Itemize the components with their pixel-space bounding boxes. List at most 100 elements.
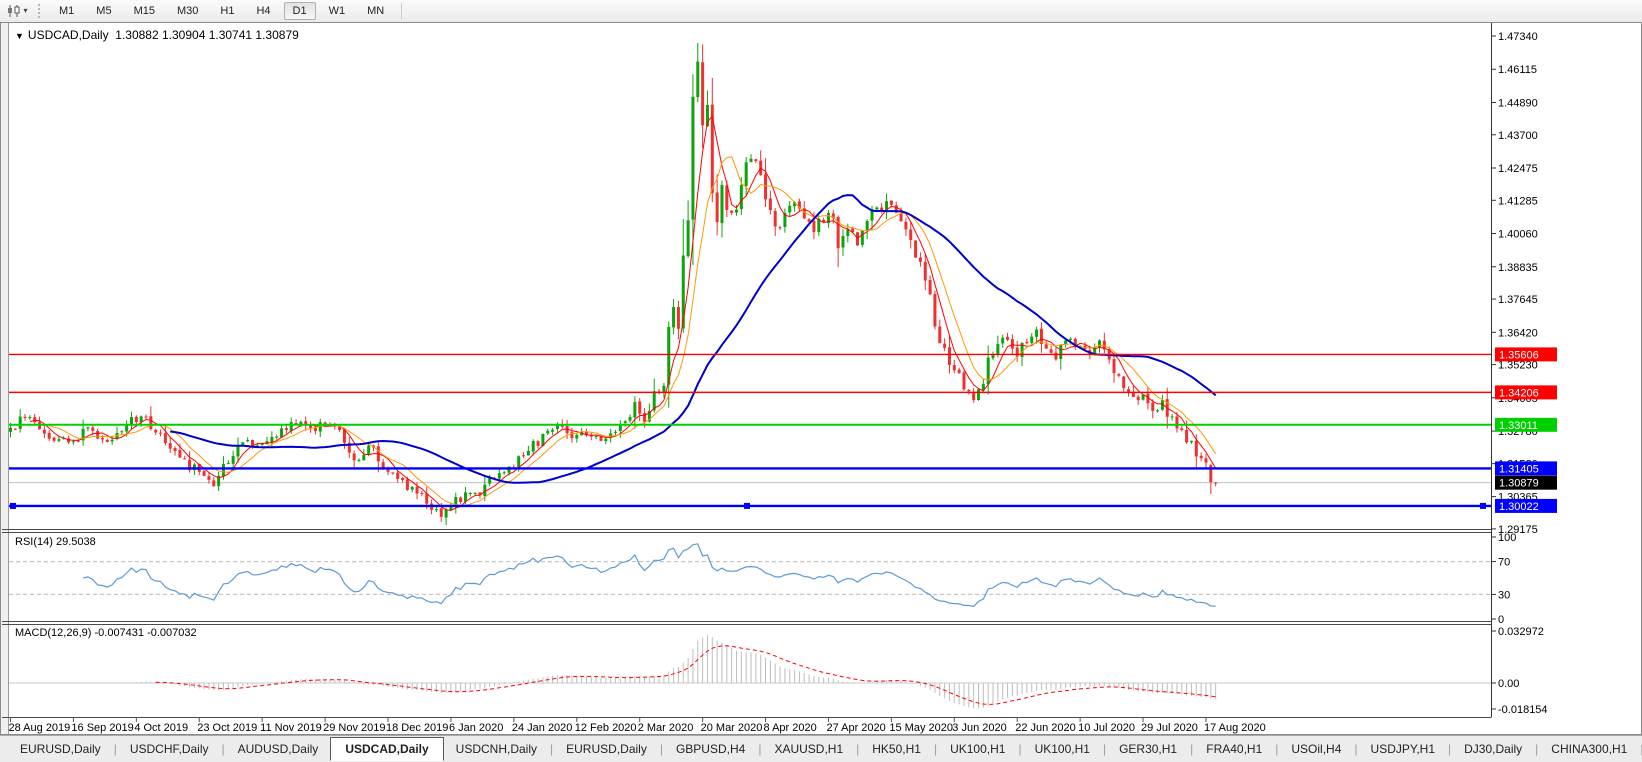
candle-body [691,96,695,220]
candle-body [405,479,409,490]
candle-body [773,211,777,227]
candle-body [594,435,598,438]
candle-body [226,463,230,465]
candle-body [938,326,942,344]
date-label: 3 Jun 2020 [952,722,1006,734]
timeframe-button-h1[interactable]: H1 [211,2,243,20]
candle-body [1156,410,1160,412]
candle-body [410,486,414,490]
timeframe-button-h4[interactable]: H4 [247,2,279,20]
chevron-down-icon: ▾ [23,6,28,15]
price-tick-label: 1.46115 [1498,64,1537,76]
tab-dj30-daily[interactable]: DJ30,Daily [1452,739,1534,759]
line-selection-handle[interactable] [744,502,750,509]
tab-usdcad-daily[interactable]: USDCAD,Daily [330,736,444,761]
tab-usdcnh-daily[interactable]: USDCNH,Daily [444,739,549,759]
tab-uk100-h1[interactable]: UK100,H1 [938,739,1017,759]
chart-canvas[interactable]: 1.47340 1.46115 1.44890 1.43700 1.42475 1.412… [1,23,1641,734]
timeframe-button-m15[interactable]: M15 [125,2,164,20]
chart-window: 1.47340 1.46115 1.44890 1.43700 1.42475 1.412… [0,22,1642,735]
tab-uk100-h1[interactable]: UK100,H1 [1023,739,1102,759]
date-label: 29 Jul 2020 [1141,722,1198,734]
candle-body [522,455,526,457]
price-line-label: 1.33011 [1499,420,1538,432]
tab-audusd-daily[interactable]: AUDUSD,Daily [226,739,331,759]
timeframe-button-m30[interactable]: M30 [168,2,207,20]
candle-body [1170,416,1174,418]
tab-usoil-h4[interactable]: USOil,H4 [1279,739,1353,759]
price-line-label: 1.35606 [1499,349,1539,361]
date-label: 16 Sep 2019 [71,722,133,734]
candle-body [207,476,211,480]
date-label: 4 Oct 2019 [134,722,188,734]
line-selection-handle[interactable] [10,502,16,509]
candle-body [952,365,956,371]
candle-body [96,431,100,439]
candle-body [947,347,951,365]
rsi-name: RSI(14) [15,536,53,548]
candle-body [1180,428,1184,430]
candle-body [1001,337,1005,344]
candle-body [289,422,293,431]
candle-body [1044,344,1048,349]
chart-tool-icon[interactable]: ▾ [2,2,32,20]
tab-eurusd-daily[interactable]: EURUSD,Daily [8,739,113,759]
tab-eurusd-daily[interactable]: EURUSD,Daily [554,739,659,759]
candle-body [415,486,419,494]
timeframe-button-mn[interactable]: MN [358,2,393,20]
date-label: 17 Aug 2020 [1204,722,1266,734]
chart-title: ▼ USDCAD,Daily 1.30882 1.30904 1.30741 1.… [15,28,299,42]
candle-body [526,450,530,456]
tab-usdchf-daily[interactable]: USDCHF,Daily [118,739,221,759]
candle-body [1127,389,1131,393]
candle-body [86,427,90,429]
toolbar-grip-handle[interactable] [38,4,40,18]
candle-body [865,221,869,231]
tab-usdjpy-h1[interactable]: USDJPY,H1 [1359,739,1447,759]
candle-body [551,429,555,432]
candle-body [633,402,637,418]
date-label: 15 May 2020 [889,722,953,734]
candle-body [396,472,400,479]
tab-xauusd-h1[interactable]: XAUUSD,H1 [762,739,855,759]
candle-body [18,416,22,429]
candle-body [1214,482,1218,484]
timeframe-button-d1[interactable]: D1 [283,2,316,20]
candle-body [425,493,429,504]
date-label: 10 Jul 2020 [1078,722,1135,734]
candle-body [923,261,927,281]
candle-body [1194,440,1198,457]
candle-body [875,207,879,210]
candle-body [1054,352,1058,360]
candle-body [1151,402,1155,412]
timeframe-button-m1[interactable]: M1 [50,2,83,20]
chart-tabs-bar: EURUSD,Daily | USDCHF,Daily | AUDUSD,Daily US… [0,735,1642,762]
tab-ger30-h1[interactable]: GER30,H1 [1107,739,1189,759]
candle-body [996,344,1000,355]
candle-body [212,480,216,487]
candle-body [362,454,366,461]
candle-body [33,417,37,423]
candle-body [420,492,424,494]
tab-china300-h1[interactable]: CHINA300,H1 [1539,739,1639,759]
date-label: 23 Oct 2019 [197,722,257,734]
timeframe-button-w1[interactable]: W1 [320,2,355,20]
timeframe-button-m5[interactable]: M5 [87,2,120,20]
candle-body [391,472,395,474]
line-selection-handle[interactable] [1480,502,1486,509]
candlestick-glyph-icon [8,5,20,17]
price-tick-label: 1.40060 [1498,229,1538,241]
candle-body [1112,359,1116,374]
collapse-triangle-icon[interactable]: ▼ [15,31,24,41]
candle-body [739,184,743,210]
tab-hk50-h1[interactable]: HK50,H1 [860,739,933,759]
tab-fra40-h1[interactable]: FRA40,H1 [1194,739,1274,759]
tab-gbpusd-h4[interactable]: GBPUSD,H4 [664,739,757,759]
price-tick-label: 1.44890 [1498,97,1538,109]
candle-body [701,62,705,126]
candle-body [715,192,719,223]
candle-body [100,438,104,440]
candle-body [730,210,734,213]
candle-body [105,439,109,442]
candle-body [744,162,748,186]
